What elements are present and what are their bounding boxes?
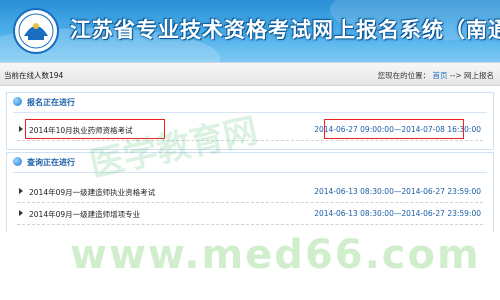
bullet-circle-icon	[13, 97, 22, 106]
query-panel: 查询正在进行 2014年09月一级建造师执业资格考试 2014-06-13 08…	[6, 152, 494, 232]
section-heading: 报名正在进行	[7, 93, 493, 111]
row-divider	[17, 202, 483, 203]
breadcrumb: 您现在的位置： 首页 --> 网上报名	[378, 70, 494, 81]
highlight-box-date-range	[324, 119, 464, 139]
online-count: 当前在线人数194	[4, 71, 64, 80]
site-title: 江苏省专业技术资格考试网上报名系统（南通考区）	[70, 18, 500, 42]
watermark-url: www.med66.com	[70, 232, 481, 278]
province-emblem-icon	[13, 8, 59, 54]
exam-name-link[interactable]: 2014年09月一级建造师执业资格考试	[29, 187, 155, 198]
list-item[interactable]: 2014年09月一级建造师执业资格考试 2014-06-13 08:30:00—…	[17, 185, 483, 203]
arrow-right-icon	[19, 126, 23, 132]
breadcrumb-separator: -->	[449, 71, 462, 80]
breadcrumb-current: 网上报名	[464, 71, 494, 80]
site-banner: 江苏省专业技术资格考试网上报名系统（南通考区）	[0, 0, 500, 62]
breadcrumb-prefix: 您现在的位置：	[377, 71, 431, 80]
highlight-box-exam-name	[25, 119, 165, 139]
registration-heading: 报名正在进行	[27, 98, 75, 107]
breadcrumb-home-link[interactable]: 首页	[433, 71, 448, 80]
exam-date-range: 2014-06-13 08:30:00—2014-06-27 23:59:00	[314, 187, 481, 196]
row-divider	[17, 140, 483, 141]
arrow-right-icon	[19, 210, 23, 216]
status-bar: 当前在线人数194 您现在的位置： 首页 --> 网上报名	[0, 62, 500, 86]
exam-date-range: 2014-06-13 08:30:00—2014-06-27 23:59:00	[314, 209, 481, 218]
query-heading: 查询正在进行	[27, 158, 75, 167]
section-divider	[13, 172, 487, 173]
exam-name-link[interactable]: 2014年09月一级建造师增项专业	[29, 209, 140, 220]
section-divider	[13, 112, 487, 113]
section-heading: 查询正在进行	[7, 153, 493, 171]
arrow-right-icon	[19, 188, 23, 194]
bullet-circle-icon	[13, 157, 22, 166]
row-divider	[17, 224, 483, 225]
list-item[interactable]: 2014年09月一级建造师增项专业 2014-06-13 08:30:00—20…	[17, 207, 483, 225]
